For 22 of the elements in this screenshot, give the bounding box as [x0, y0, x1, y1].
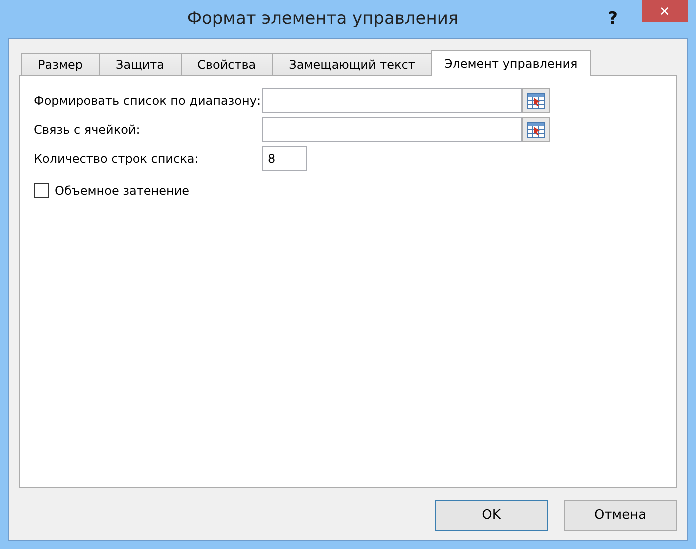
- grid-icon: [527, 122, 545, 138]
- window-title: Формат элемента управления: [186, 9, 460, 29]
- tab[interactable]: Свойства: [180, 53, 274, 75]
- field-label: Формировать список по диапазону:: [34, 94, 262, 108]
- cancel-button[interactable]: Отмена: [564, 500, 677, 531]
- grid-icon: [527, 92, 545, 108]
- checkbox[interactable]: [34, 183, 49, 198]
- ok-button[interactable]: OK: [435, 500, 548, 531]
- tab[interactable]: Элемент управления: [431, 50, 591, 76]
- field-label: Количество строк списка:: [34, 152, 200, 166]
- tab[interactable]: Размер: [21, 53, 100, 75]
- range-picker-button[interactable]: [522, 88, 550, 113]
- checkbox-label: Объемное затенение: [55, 184, 190, 198]
- field-label: Связь с ячейкой:: [34, 122, 142, 136]
- close-button[interactable]: ✕: [642, 0, 688, 22]
- range-picker-button[interactable]: [522, 117, 550, 142]
- input-field[interactable]: [262, 88, 522, 113]
- tab[interactable]: Замещающий текст: [272, 53, 432, 75]
- tab[interactable]: Защита: [99, 53, 182, 75]
- help-button[interactable]: ?: [598, 8, 628, 30]
- input-field[interactable]: [262, 117, 522, 142]
- input-field[interactable]: 8: [262, 146, 307, 171]
